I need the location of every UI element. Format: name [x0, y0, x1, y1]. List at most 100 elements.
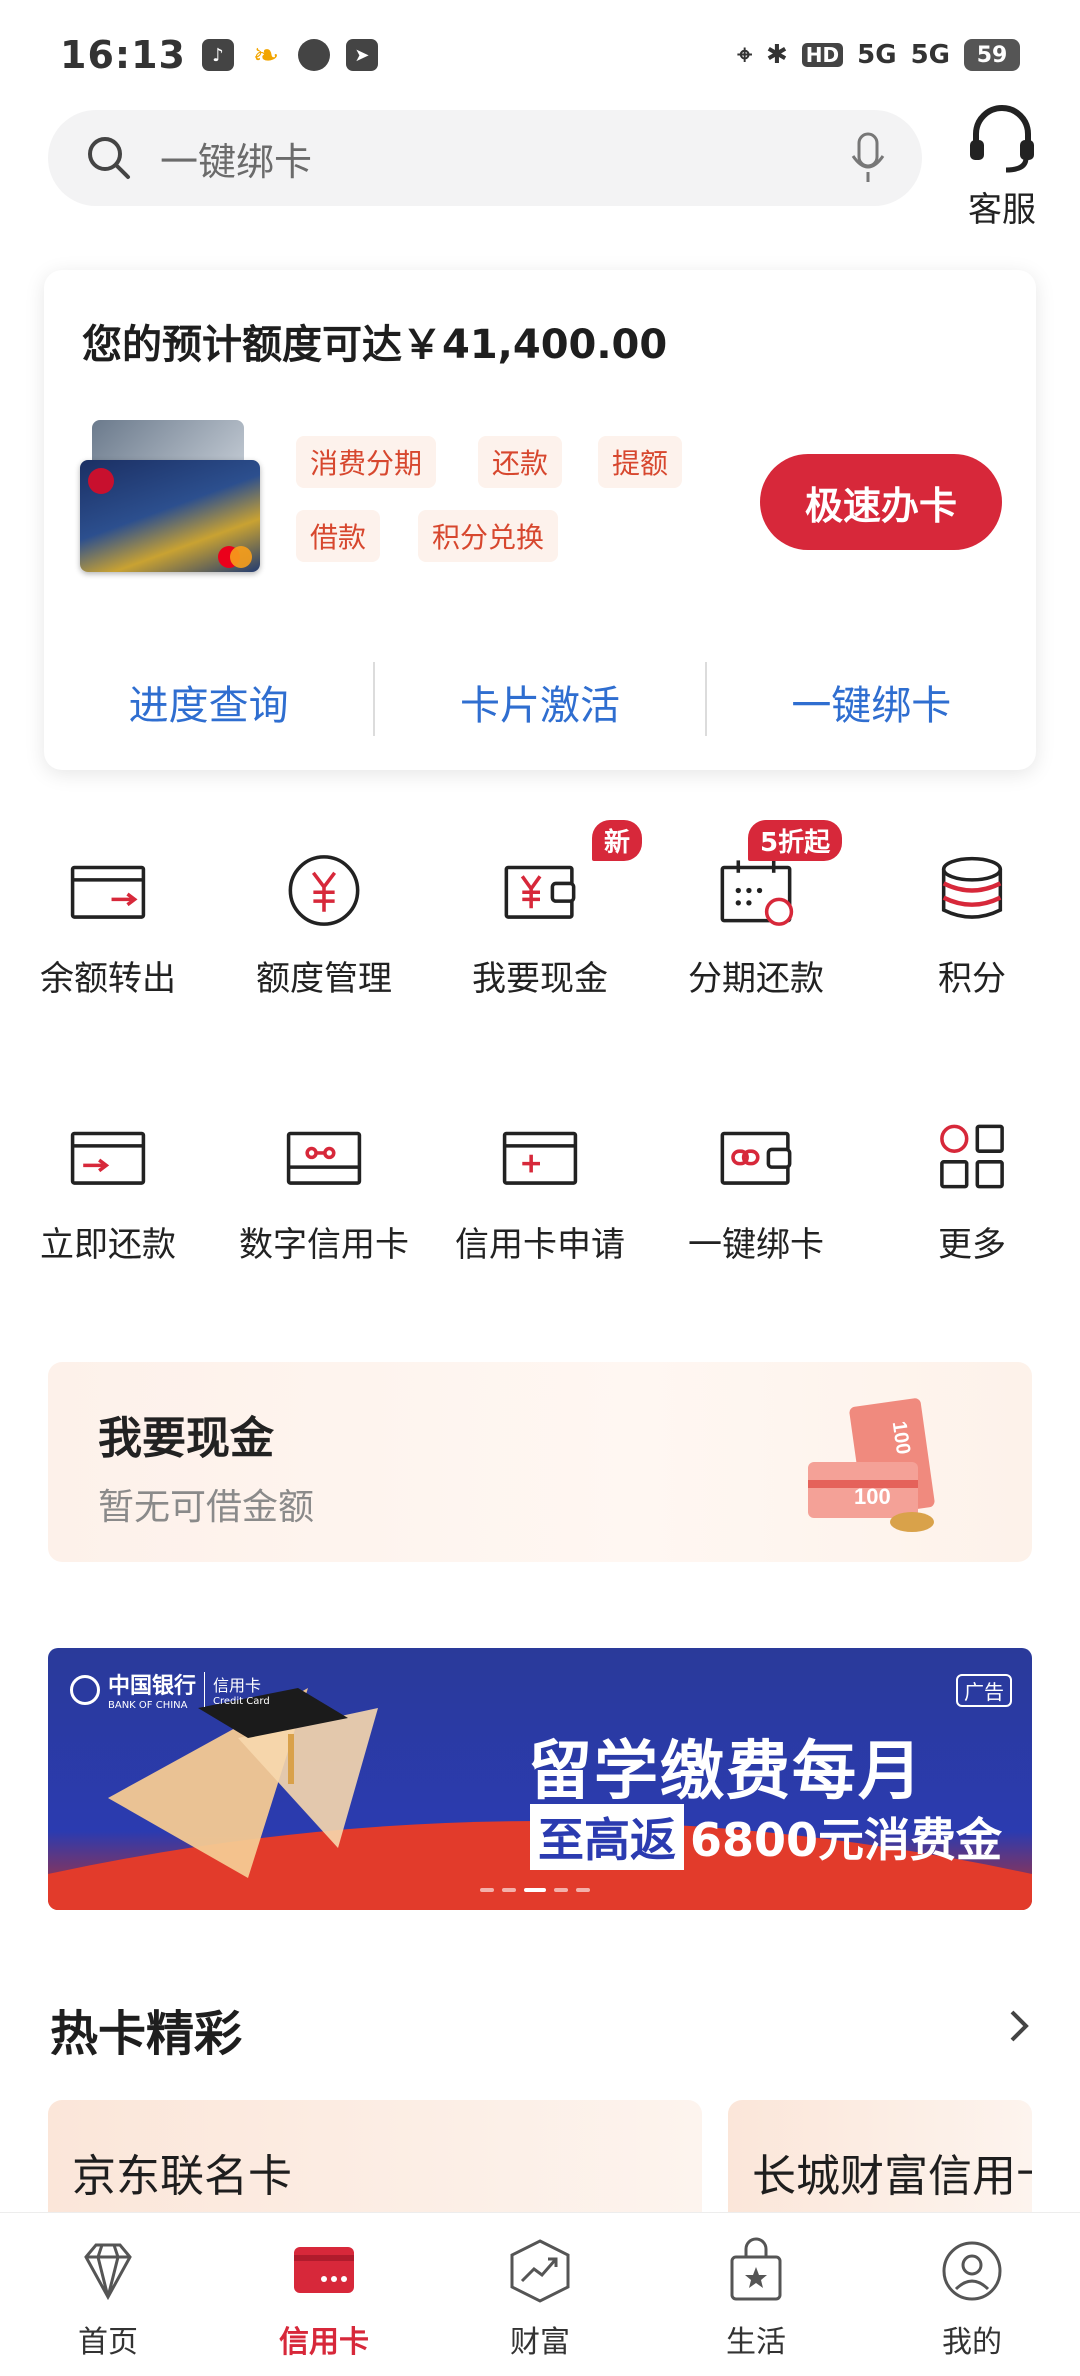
grid-item-installment-repay[interactable]: 分期还款 5折起: [648, 820, 864, 1000]
credit-card-image: [80, 420, 266, 580]
cash-wallet-icon: [504, 865, 576, 919]
shopping-bag-icon: [730, 2237, 782, 2301]
grid-item-quota-management[interactable]: 额度管理: [216, 820, 432, 1000]
ad-brand-name: 中国银行: [108, 1674, 197, 1699]
grid-label: 一键绑卡: [688, 1225, 824, 1265]
bind-card-link[interactable]: 一键绑卡: [707, 662, 1036, 742]
cash-title: 我要现金: [98, 1413, 274, 1464]
grid-item-points[interactable]: 积分: [864, 820, 1080, 1000]
grid-label: 额度管理: [256, 959, 392, 999]
battery-icon: 59: [964, 39, 1020, 71]
status-bar: 16:13 ♪ ❧ ➤ ⌖ ✱ HD 5G 5G 59: [0, 0, 1080, 110]
cash-banner[interactable]: 我要现金 暂无可借金额 100 100: [48, 1362, 1032, 1562]
discount-badge: 5折起: [748, 820, 843, 861]
search-input[interactable]: 一键绑卡: [48, 110, 922, 206]
quota-title: 您的预计额度可达￥41,400.00: [82, 322, 668, 368]
grid-item-card-apply[interactable]: 信用卡申请: [432, 1086, 648, 1266]
ad-sub-text: 6800元消费金: [690, 1813, 1003, 1867]
tag-points-exchange[interactable]: 积分兑换: [418, 510, 559, 562]
boc-logo-icon: [70, 1674, 100, 1705]
credit-card-icon: [294, 2247, 354, 2293]
grid-item-more[interactable]: 更多: [864, 1086, 1080, 1266]
svg-text:100: 100: [888, 1420, 914, 1456]
grid-label: 立即还款: [40, 1225, 176, 1265]
nav-mine[interactable]: 我的: [864, 2213, 1080, 2376]
nav-credit-card[interactable]: 信用卡: [216, 2213, 432, 2376]
money-stack-icon: 100 100: [808, 1398, 935, 1532]
grid-label: 信用卡申请: [455, 1225, 625, 1265]
bottom-nav: 首页 信用卡 财富 生活 我的: [0, 2212, 1080, 2376]
svg-text:100: 100: [854, 1484, 891, 1509]
function-grid-row-2: 立即还款 数字信用卡 信用卡申请 一键绑卡 更多: [0, 1086, 1080, 1266]
chevron-right-icon[interactable]: [1004, 2006, 1034, 2046]
grid-label: 数字信用卡: [239, 1225, 409, 1265]
nav-label: 生活: [726, 2325, 786, 2360]
microphone-icon[interactable]: [850, 130, 886, 186]
wealth-chart-icon: [510, 2239, 570, 2303]
app-logo-icon: ❧: [252, 36, 280, 74]
quota-links: 进度查询 卡片激活 一键绑卡: [44, 662, 1036, 742]
ad-label: 广告: [956, 1674, 1012, 1707]
nav-home[interactable]: 首页: [0, 2213, 216, 2376]
search-placeholder: 一键绑卡: [160, 139, 313, 184]
new-badge: 新: [592, 820, 643, 861]
grid-item-repay-now[interactable]: 立即还款: [0, 1086, 216, 1266]
tag-raise-limit[interactable]: 提额: [598, 436, 683, 488]
nav-wealth[interactable]: 财富: [432, 2213, 648, 2376]
grid-label: 积分: [938, 959, 1006, 999]
nav-life[interactable]: 生活: [648, 2213, 864, 2376]
carousel-indicator: [480, 1888, 590, 1892]
nav-label: 信用卡: [279, 2325, 369, 2360]
digital-card-icon: [286, 1131, 362, 1185]
location-icon: ⌖: [737, 39, 752, 70]
card-activation-link[interactable]: 卡片激活: [375, 662, 704, 742]
nav-label: 财富: [510, 2325, 570, 2360]
hot-card-title: 长城财富信用卡: [752, 2151, 1032, 2202]
grid-more-icon: [940, 1124, 1004, 1189]
card-apply-icon: [502, 1131, 578, 1185]
hot-card-title: 京东联名卡: [72, 2151, 292, 2202]
tag-repay[interactable]: 还款: [478, 436, 563, 488]
ad-subheadline: 至高返 6800元消费金: [530, 1804, 1002, 1870]
bank-of-china-logo: 中国银行 BANK OF CHINA 信用卡 Credit Card: [70, 1668, 270, 1711]
profile-icon: [942, 2241, 1002, 2301]
grid-item-bind-card[interactable]: 一键绑卡: [648, 1086, 864, 1266]
tag-loan[interactable]: 借款: [296, 510, 381, 562]
ad-brand-sub-en: Credit Card: [213, 1696, 270, 1707]
grid-label: 我要现金: [472, 959, 608, 999]
diamond-icon: [84, 2243, 132, 2301]
send-icon: ➤: [345, 39, 378, 71]
function-grid-row-1: 余额转出 额度管理 我要现金 新 分期还款 5折起 积分: [0, 820, 1080, 1000]
customer-service-button[interactable]: 客服: [952, 100, 1052, 231]
coin-stack-icon: [941, 856, 1003, 919]
signal-5g-icon-2: 5G: [910, 40, 950, 70]
transfer-out-icon: [70, 865, 146, 919]
grid-item-balance-transfer[interactable]: 余额转出: [0, 820, 216, 1000]
nav-label: 首页: [78, 2325, 138, 2360]
tag-installment[interactable]: 消费分期: [296, 436, 437, 488]
ad-sub-box: 至高返: [530, 1804, 684, 1870]
repay-card-icon: [70, 1131, 146, 1185]
nav-label: 我的: [942, 2325, 1002, 2360]
signal-5g-icon: 5G: [857, 40, 897, 70]
grid-label: 分期还款: [688, 959, 824, 999]
quick-apply-button[interactable]: 极速办卡: [760, 454, 1002, 550]
headset-icon: [970, 105, 1034, 173]
promo-banner[interactable]: 中国银行 BANK OF CHINA 信用卡 Credit Card 广告 留学…: [48, 1648, 1032, 1910]
credit-quota-card: 您的预计额度可达￥41,400.00 消费分期 还款 提额 借款 积分兑换 极速…: [44, 270, 1036, 770]
hd-icon: HD: [801, 43, 844, 67]
grid-item-get-cash[interactable]: 我要现金 新: [432, 820, 648, 1000]
customer-service-label: 客服: [968, 190, 1036, 230]
mastercard-icon: [218, 546, 252, 568]
grid-label: 更多: [938, 1225, 1006, 1265]
link-wallet-icon: [720, 1131, 792, 1185]
ad-headline: 留学缴费每月: [528, 1735, 924, 1809]
hot-cards-title: 热卡精彩: [50, 2006, 243, 2062]
grid-item-digital-card[interactable]: 数字信用卡: [216, 1086, 432, 1266]
boc-logo-icon: [88, 468, 114, 494]
status-time: 16:13: [60, 33, 186, 77]
chat-bubble-icon: [297, 39, 330, 71]
bluetooth-icon: ✱: [765, 40, 788, 70]
progress-query-link[interactable]: 进度查询: [44, 662, 373, 742]
tiktok-icon: ♪: [201, 39, 234, 71]
